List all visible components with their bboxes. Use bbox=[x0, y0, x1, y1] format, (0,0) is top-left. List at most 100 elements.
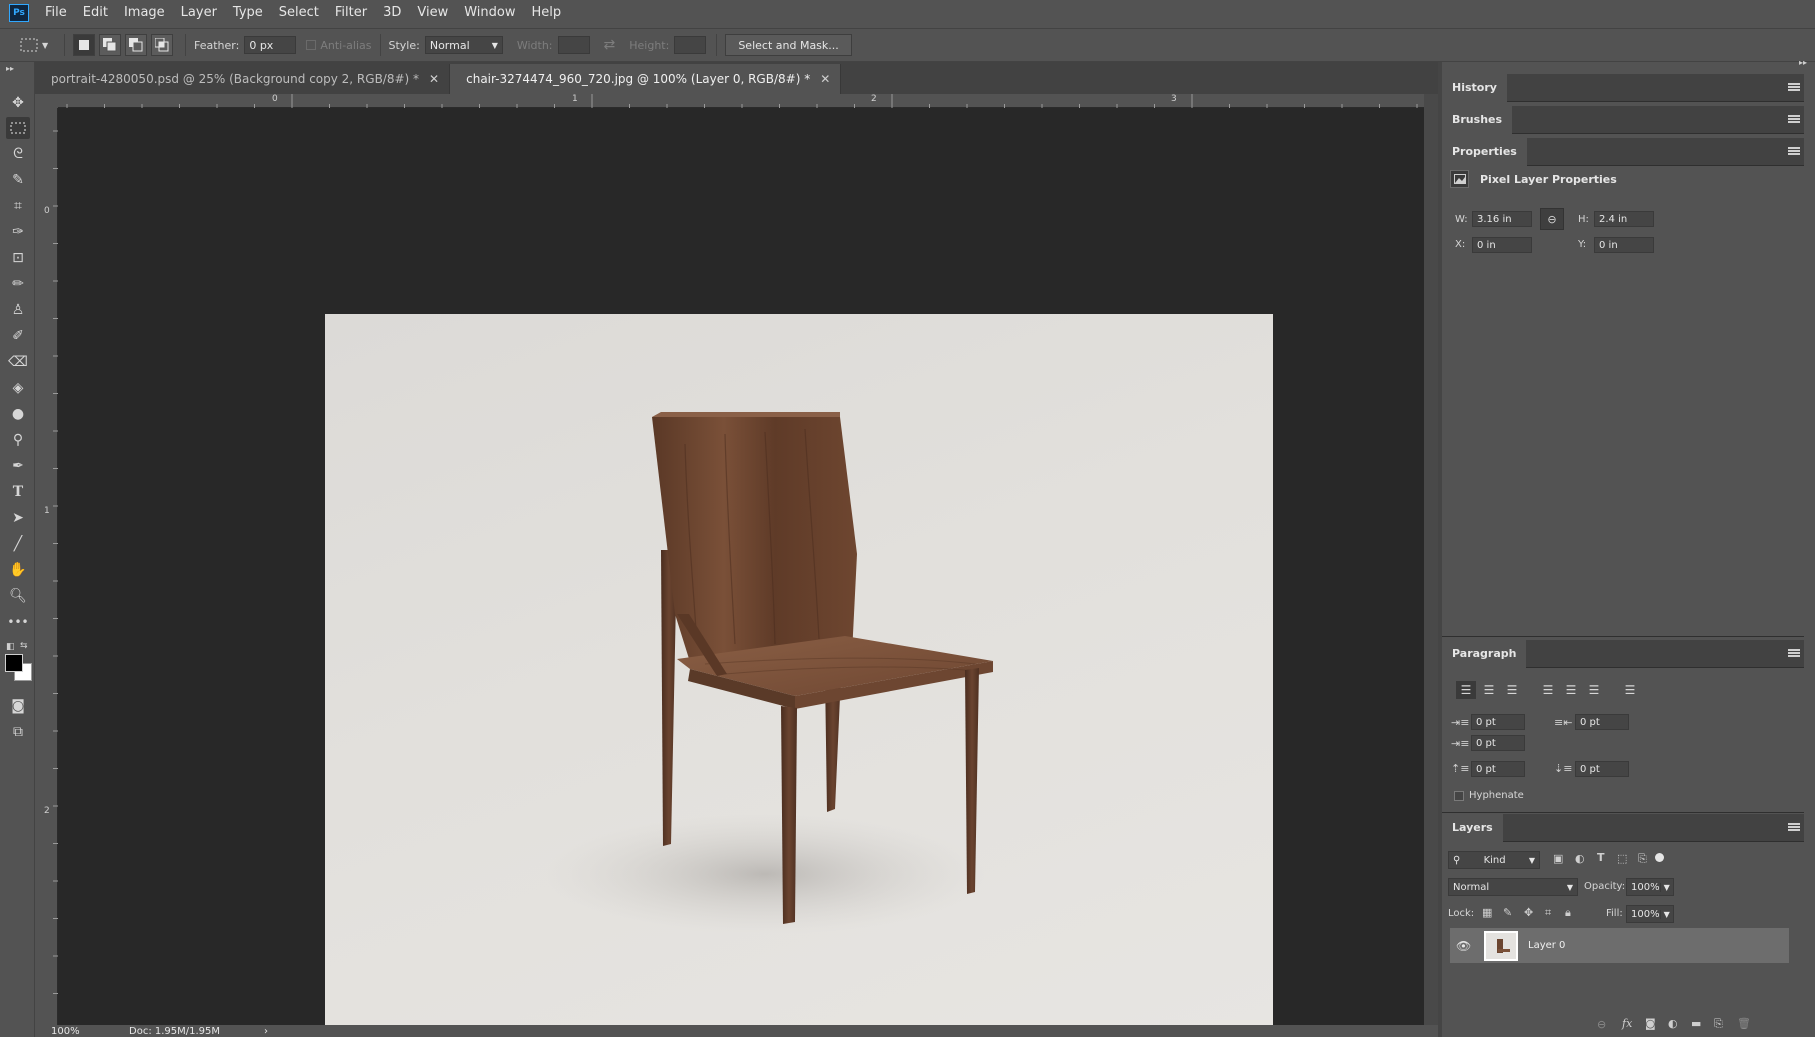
justify-center-icon[interactable]: ☰ bbox=[1561, 681, 1581, 699]
subtract-selection-button[interactable] bbox=[125, 34, 147, 56]
layer-name[interactable]: Layer 0 bbox=[1528, 940, 1565, 951]
intersect-selection-button[interactable] bbox=[151, 34, 173, 56]
line-tool-icon[interactable]: ╱ bbox=[6, 533, 30, 555]
filter-shape-icon[interactable]: ⬚ bbox=[1617, 852, 1627, 865]
paragraph-panel-header[interactable]: Paragraph bbox=[1442, 639, 1804, 668]
panel-menu-icon[interactable] bbox=[1788, 823, 1800, 831]
link-layers-icon[interactable]: ⊖ bbox=[1597, 1018, 1606, 1031]
link-dimensions-icon[interactable]: ⊖ bbox=[1540, 208, 1564, 230]
document-image[interactable] bbox=[325, 314, 1273, 1034]
default-colors-icon[interactable]: ◧ bbox=[6, 642, 15, 652]
quick-mask-icon[interactable]: ◙ bbox=[6, 695, 30, 717]
height-input[interactable] bbox=[674, 36, 707, 54]
frame-tool-icon[interactable]: ⊡ bbox=[6, 247, 30, 269]
style-select[interactable]: Normal ▼ bbox=[424, 36, 503, 54]
lock-position-icon[interactable]: ✥ bbox=[1524, 906, 1533, 919]
add-selection-button[interactable] bbox=[99, 34, 121, 56]
brush-tool-icon[interactable]: ✏ bbox=[6, 273, 30, 295]
fill-field[interactable]: 100% ▼ bbox=[1626, 905, 1674, 923]
menu-file[interactable]: File bbox=[37, 0, 75, 26]
swap-colors-icon[interactable]: ⇆ bbox=[20, 641, 28, 651]
zoom-level[interactable]: 100% bbox=[51, 1026, 109, 1037]
panel-menu-icon[interactable] bbox=[1788, 83, 1800, 91]
filter-adjustment-icon[interactable]: ◐ bbox=[1575, 852, 1585, 865]
dodge-tool-icon[interactable]: ⚲ bbox=[6, 429, 30, 451]
close-icon[interactable]: ✕ bbox=[820, 72, 830, 86]
opacity-field[interactable]: 100% ▼ bbox=[1626, 878, 1674, 896]
history-brush-tool-icon[interactable]: ✐ bbox=[6, 325, 30, 347]
tab-portrait[interactable]: portrait-4280050.psd @ 25% (Background c… bbox=[35, 64, 451, 94]
indent-left-field[interactable]: 0 pt bbox=[1471, 714, 1525, 730]
tab-paragraph[interactable]: Paragraph bbox=[1442, 639, 1527, 668]
close-icon[interactable]: ✕ bbox=[429, 72, 439, 86]
screen-mode-icon[interactable]: ⧉ bbox=[6, 721, 30, 743]
history-panel-header[interactable]: History bbox=[1442, 73, 1804, 102]
add-mask-icon[interactable]: ◙ bbox=[1645, 1017, 1656, 1030]
filter-smart-object-icon[interactable]: ⎘ bbox=[1638, 852, 1647, 866]
justify-left-icon[interactable]: ☰ bbox=[1538, 681, 1558, 699]
canvas-area[interactable] bbox=[58, 108, 1424, 1034]
menu-layer[interactable]: Layer bbox=[173, 0, 225, 26]
feather-input[interactable]: 0 px bbox=[244, 36, 297, 54]
new-selection-button[interactable] bbox=[73, 34, 95, 56]
lock-all-icon[interactable]: 🔒︎ bbox=[1565, 906, 1571, 920]
menu-3d[interactable]: 3D bbox=[375, 0, 409, 26]
vertical-scrollbar[interactable] bbox=[1424, 94, 1438, 1025]
filter-pixel-icon[interactable]: ▣ bbox=[1553, 852, 1563, 865]
crop-tool-icon[interactable]: ⌗ bbox=[6, 195, 30, 217]
tab-history[interactable]: History bbox=[1442, 73, 1507, 102]
menu-view[interactable]: View bbox=[409, 0, 456, 26]
foreground-color-swatch[interactable] bbox=[5, 654, 23, 672]
quick-selection-tool-icon[interactable]: ✎ bbox=[6, 169, 30, 191]
align-right-icon[interactable]: ☰ bbox=[1502, 681, 1522, 699]
panel-menu-icon[interactable] bbox=[1788, 115, 1800, 123]
lock-transparent-icon[interactable]: ▦ bbox=[1482, 906, 1492, 919]
new-layer-icon[interactable]: ⎘ bbox=[1714, 1017, 1723, 1031]
tab-brushes[interactable]: Brushes bbox=[1442, 105, 1513, 134]
chevron-right-icon[interactable]: › bbox=[264, 1026, 268, 1037]
tool-preset-picker[interactable]: ▼ bbox=[20, 38, 56, 52]
align-center-icon[interactable]: ☰ bbox=[1479, 681, 1499, 699]
fx-icon[interactable]: fx bbox=[1622, 1017, 1632, 1030]
layers-panel-header[interactable]: Layers bbox=[1442, 813, 1804, 842]
lasso-tool-icon[interactable]: ᘓ bbox=[6, 143, 30, 165]
menu-select[interactable]: Select bbox=[271, 0, 327, 26]
eraser-tool-icon[interactable]: ⌫ bbox=[6, 351, 30, 373]
collapse-panels-icon[interactable]: ▸▸ bbox=[1799, 58, 1807, 67]
menu-window[interactable]: Window bbox=[456, 0, 523, 26]
first-line-indent-field[interactable]: 0 pt bbox=[1471, 735, 1525, 751]
new-group-icon[interactable]: ▬ bbox=[1691, 1017, 1701, 1030]
pen-tool-icon[interactable]: ✒ bbox=[6, 455, 30, 477]
layer-row[interactable]: 👁︎ Layer 0 bbox=[1450, 928, 1789, 963]
move-tool-icon[interactable]: ✥ bbox=[6, 92, 30, 114]
more-tools-icon[interactable]: ••• bbox=[6, 611, 30, 633]
menu-help[interactable]: Help bbox=[524, 0, 570, 26]
menu-type[interactable]: Type bbox=[225, 0, 271, 26]
antialias-checkbox[interactable] bbox=[306, 40, 317, 50]
menu-image[interactable]: Image bbox=[116, 0, 173, 26]
eyedropper-tool-icon[interactable]: ✑ bbox=[6, 221, 30, 243]
x-field[interactable]: 0 in bbox=[1472, 237, 1532, 253]
space-before-field[interactable]: 0 pt bbox=[1471, 761, 1525, 777]
space-after-field[interactable]: 0 pt bbox=[1575, 761, 1629, 777]
hyphenate-checkbox[interactable] bbox=[1454, 791, 1464, 801]
eye-icon[interactable]: 👁︎ bbox=[1456, 939, 1478, 953]
panel-menu-icon[interactable] bbox=[1788, 649, 1800, 657]
justify-right-icon[interactable]: ☰ bbox=[1584, 681, 1604, 699]
indent-right-field[interactable]: 0 pt bbox=[1575, 714, 1629, 730]
tab-properties[interactable]: Properties bbox=[1442, 137, 1527, 166]
type-tool-icon[interactable]: T bbox=[6, 481, 30, 503]
zoom-tool-icon[interactable]: 🔍︎ bbox=[6, 585, 30, 607]
height-field[interactable]: 2.4 in bbox=[1594, 211, 1654, 227]
justify-all-icon[interactable]: ☰ bbox=[1620, 681, 1640, 699]
paint-bucket-tool-icon[interactable]: ◈ bbox=[6, 377, 30, 399]
blur-tool-icon[interactable]: ● bbox=[6, 403, 30, 425]
filter-type-icon[interactable]: T bbox=[1597, 851, 1605, 864]
panel-menu-icon[interactable] bbox=[1788, 147, 1800, 155]
layer-filter-select[interactable]: ⚲ Kind ▼ bbox=[1448, 851, 1540, 869]
hand-tool-icon[interactable]: ✋ bbox=[6, 559, 30, 581]
properties-panel-header[interactable]: Properties bbox=[1442, 137, 1804, 166]
stamp-tool-icon[interactable]: ♙ bbox=[6, 299, 30, 321]
width-field[interactable]: 3.16 in bbox=[1472, 211, 1532, 227]
lock-image-icon[interactable]: ✎ bbox=[1503, 906, 1512, 919]
